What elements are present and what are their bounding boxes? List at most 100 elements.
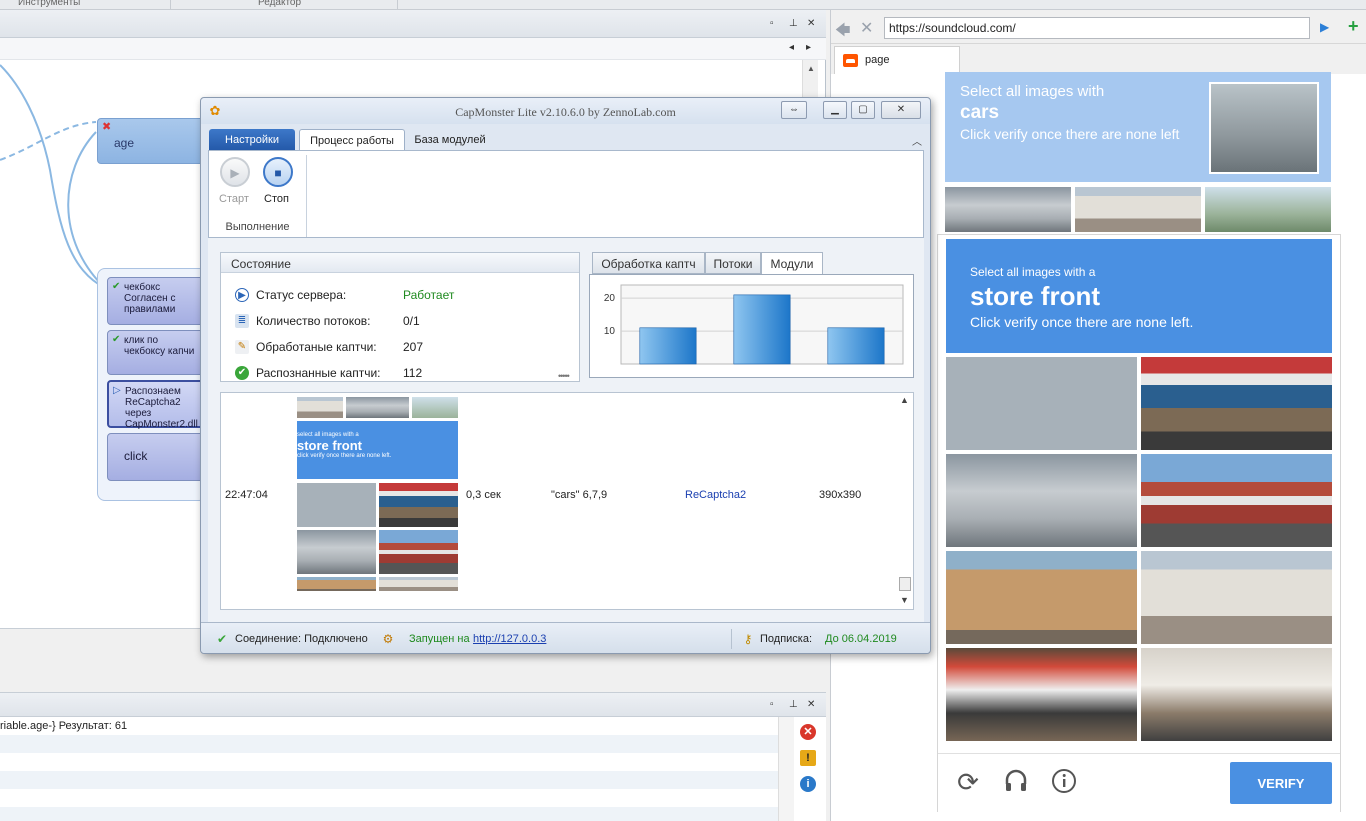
log-row (0, 789, 778, 807)
cell-answer: "cars" 6,7,9 (551, 489, 608, 501)
node-checkbox-agree[interactable]: ✔ чекбокс Согласен с правилами (107, 277, 207, 325)
stop-button[interactable]: ■ (263, 157, 293, 187)
start-button[interactable]: ▶ (220, 157, 250, 187)
canvas-header: ▫ ⊥ ✕ (0, 10, 826, 38)
node-click-label: click (124, 449, 148, 463)
chart-bar-1 (639, 327, 697, 365)
pin-icon[interactable]: ⊥ (789, 18, 798, 29)
url-input[interactable] (884, 17, 1310, 39)
restore-icon[interactable]: ▫ (770, 18, 774, 29)
server-icon: ⚙ (382, 632, 394, 646)
chart-bar-3 (827, 327, 885, 365)
state-row-recognized: ✔ Распознанные каптчи: 112 (235, 365, 575, 381)
menu-tools[interactable]: Инструменты (18, 0, 80, 8)
thumb-tile (297, 483, 376, 527)
reload-icon[interactable]: ⟳ (954, 768, 982, 796)
go-icon[interactable]: ▶ (1320, 20, 1329, 34)
log-scrollbar[interactable] (778, 717, 794, 821)
minimize-button[interactable]: ▁ (823, 101, 847, 119)
back-icon[interactable]: 🡄 (835, 20, 851, 45)
tab-settings[interactable]: Настройки (209, 129, 295, 151)
scroll-up-icon[interactable]: ▲ (900, 395, 909, 405)
status-separator (731, 629, 732, 649)
log-panel: ▫ ⊥ ✕ riable.age-} Результат: 61 ✕ ! i (0, 692, 826, 821)
captcha-bg-tile (1075, 187, 1201, 232)
headphones-icon[interactable] (1002, 768, 1030, 796)
subscription-label: Подписка: (760, 633, 813, 645)
chevron-up-icon[interactable]: ︿ (912, 133, 922, 148)
tab-modules[interactable]: Модули (761, 252, 823, 274)
log-row (0, 753, 778, 771)
captcha-tile-1[interactable] (946, 357, 1137, 450)
tab-threads[interactable]: Потоки (705, 252, 761, 274)
state-value: 207 (403, 340, 424, 354)
captcha-bg-tile (945, 187, 1071, 232)
scroll-down-icon[interactable]: ▼ (900, 595, 909, 605)
splitter-grip[interactable]: ••••• (558, 371, 570, 381)
scroll-left-icon[interactable]: ◂ (789, 42, 794, 53)
pin-icon[interactable]: ⊥ (789, 699, 798, 710)
captcha-tile-4[interactable] (1141, 454, 1332, 547)
close-button[interactable]: ✕ (881, 101, 921, 119)
state-row-server: ▶ Статус сервера: Работает (235, 287, 575, 307)
y-tick-label: 10 (604, 326, 616, 337)
state-row-processed: ✎ Обработаные каптчи: 207 (235, 339, 575, 359)
stop-icon[interactable]: ✕ (860, 18, 873, 38)
thumb-tile (297, 530, 376, 574)
warning-filter-icon[interactable]: ! (800, 750, 816, 766)
captcha-tile-3[interactable] (946, 454, 1137, 547)
node-age-label: age (114, 136, 135, 150)
captcha-tile-7[interactable] (946, 648, 1137, 741)
captcha-instruction: Select all images with a (970, 265, 1096, 279)
restore-icon[interactable]: ▫ (770, 699, 774, 710)
scroll-right-icon[interactable]: ▸ (806, 42, 811, 53)
info-icon[interactable] (1050, 768, 1078, 796)
menu-editor[interactable]: Редактор (258, 0, 301, 8)
play-icon: ▷ (113, 385, 121, 396)
node-click[interactable]: click (107, 433, 207, 481)
node-age[interactable]: ✖ age (97, 118, 207, 164)
new-tab-icon[interactable]: + (1348, 16, 1359, 37)
thumb-tile (379, 530, 458, 574)
list-icon: ≣ (235, 314, 249, 328)
captcha-tile-8[interactable] (1141, 648, 1332, 741)
start-label: Старт (219, 193, 249, 205)
close-icon[interactable]: ✕ (807, 18, 815, 29)
check-icon: ✔ (112, 281, 121, 292)
node-recognize-label: Распознаем ReCaptcha2 через CapMonster2.… (125, 386, 198, 430)
scroll-thumb[interactable] (899, 577, 911, 591)
tab-modules-database[interactable]: База модулей (411, 129, 489, 151)
server-url-link[interactable]: http://127.0.0.3 (473, 633, 546, 645)
scroll-up-icon[interactable]: ▲ (807, 64, 815, 73)
bar-chart: 10 20 (604, 284, 904, 365)
tab-captcha-processing[interactable]: Обработка каптч (592, 252, 705, 274)
close-icon[interactable]: ✕ (807, 699, 815, 710)
node-checkbox-label: чекбокс Согласен с правилами (124, 282, 176, 315)
state-label: Количество потоков: (256, 314, 371, 328)
state-label: Статус сервера: (256, 288, 347, 302)
captcha-tile-5[interactable] (946, 551, 1137, 644)
check-icon: ✔ (235, 366, 249, 380)
chart-bar-2 (733, 294, 791, 365)
stop-label: Стоп (264, 193, 289, 205)
captcha-tile-2[interactable] (1141, 357, 1332, 450)
captcha-hint: Click verify once there are none left. (970, 314, 1194, 330)
table-scrollbar[interactable]: ▲ ▼ (897, 393, 913, 609)
browser-tab[interactable]: page (834, 46, 960, 74)
tab-process[interactable]: Процесс работы (299, 129, 405, 151)
state-value: 112 (403, 366, 423, 380)
resize-icon[interactable]: ⇔ (781, 101, 807, 119)
capmonster-statusbar: ✔ Соединение: Подключено ⚙ Запущен на ht… (201, 622, 930, 653)
maximize-button[interactable]: ▢ (851, 101, 875, 119)
node-recognize-recaptcha[interactable]: ▷ Распознаем ReCaptcha2 через CapMonster… (107, 380, 207, 430)
verify-button[interactable]: VERIFY (1230, 762, 1332, 804)
captcha-thumbnail[interactable]: select all images with a store front cli… (297, 393, 458, 591)
node-click-captcha[interactable]: ✔ клик по чекбоксу капчи (107, 330, 207, 375)
captcha-footer: ⟳ VERIFY (938, 753, 1340, 812)
state-label: Обработаные каптчи: (256, 340, 377, 354)
capmonster-titlebar[interactable]: ✿ CapMonster Lite v2.10.6.0 by ZennoLab.… (201, 98, 930, 124)
captcha-bg-example-image (1209, 82, 1319, 174)
captcha-tile-6[interactable] (1141, 551, 1332, 644)
info-filter-icon[interactable]: i (800, 776, 816, 792)
error-filter-icon[interactable]: ✕ (800, 724, 816, 740)
